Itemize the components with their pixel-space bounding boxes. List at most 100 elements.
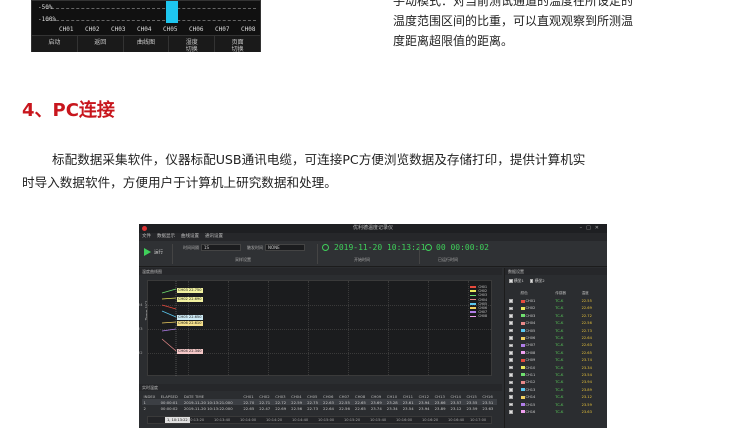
channel-enable-checkbox[interactable] (509, 365, 513, 370)
channel-color-cell[interactable]: CH16 (520, 408, 555, 415)
sensor-type-select[interactable]: TC-K (554, 364, 580, 371)
channel-row[interactable]: CH13 TC-K 23.89 (508, 386, 606, 393)
sensor-type-select[interactable]: TC-K (554, 371, 580, 378)
channel-enable-cell (508, 357, 520, 364)
channel-row[interactable]: CH05 TC-K 22.73 (508, 327, 606, 334)
channel-row[interactable]: CH10 TC-K 23.34 (508, 364, 606, 371)
channel-row[interactable]: CH15 TC-K 23.59 (508, 401, 606, 408)
run-button[interactable]: 运行 (144, 248, 163, 256)
channel-color-cell[interactable]: CH14 (520, 393, 555, 400)
interval-select[interactable]: 1S (201, 244, 241, 251)
trigger-label: 触发时间 (247, 245, 263, 250)
channel-row[interactable]: CH03 TC-K 22.72 (508, 312, 606, 319)
sensor-type-select[interactable]: TC-K (554, 393, 580, 400)
channel-color-cell[interactable]: CH15 (520, 401, 555, 408)
channel-enable-checkbox[interactable] (509, 373, 513, 377)
temperature-plot[interactable]: 24 23 22 CH03 22.750 CH02 22.690 CH05 22… (139, 280, 492, 377)
channel-enable-checkbox[interactable] (509, 343, 513, 348)
toolbar-separator (317, 244, 318, 264)
sensor-type-select[interactable]: TC-K (554, 357, 580, 364)
device-curve-button[interactable]: 曲线图 (123, 36, 170, 52)
channel-color-cell[interactable]: CH07 (520, 342, 555, 349)
channel-color-cell[interactable]: CH12 (520, 379, 555, 386)
channel-enable-checkbox[interactable] (509, 306, 513, 311)
channel-temperature: 22.64 (581, 336, 592, 341)
channel-temperature: 23.89 (581, 387, 592, 392)
legend-item[interactable]: CH08 (470, 314, 487, 318)
channel-color-cell[interactable]: CH05 (520, 327, 555, 334)
legend-swatch (470, 286, 477, 288)
menu-curve-settings[interactable]: 曲线设置 (181, 233, 199, 241)
channel-row[interactable]: CH14 TC-K 23.12 (508, 393, 606, 400)
table-cell: 22.64 (323, 405, 334, 411)
window-controls[interactable]: –□✕ (580, 224, 603, 233)
channel-color-cell[interactable]: CH09 (520, 357, 555, 364)
channel-color-cell[interactable]: CH04 (520, 320, 555, 327)
device-back-button[interactable]: 返回 (77, 36, 124, 52)
table-row[interactable]: 2 00:00:02 2019-11-20 10:13:22.000 22.65 22.… (142, 405, 497, 411)
channel-enable-checkbox[interactable] (509, 410, 513, 414)
channel-color-cell[interactable]: CH02 (520, 305, 555, 312)
sensor-type-select[interactable]: TC-K (554, 386, 580, 393)
channel-enable-checkbox[interactable] (509, 387, 513, 392)
channel-row[interactable]: CH08 TC-K 22.65 (508, 349, 606, 356)
channel-color-cell[interactable]: CH10 (520, 364, 555, 371)
column-header: 传感器 (555, 291, 566, 296)
channel-row[interactable]: CH06 TC-K 22.64 (508, 334, 606, 341)
device-y-label: -100% (38, 16, 57, 23)
sensor-type-select[interactable]: TC-K (554, 327, 580, 334)
menu-file[interactable]: 文件 (142, 233, 151, 241)
channel-temperature: 22.55 (581, 299, 592, 304)
channel-enable-cell (508, 327, 520, 334)
sensor-type-select[interactable]: TC-K (554, 334, 580, 341)
mode-description-line: 度距离超限值的距离。 (393, 34, 514, 48)
menu-data-display[interactable]: 数据显示 (157, 233, 175, 241)
channel-row[interactable]: CH02 TC-K 22.69 (508, 305, 606, 312)
sensor-type-select[interactable]: TC-K (554, 305, 580, 312)
menu-comm-settings[interactable]: 通讯设置 (205, 233, 223, 241)
device-channel-label: CH06 (189, 26, 204, 33)
device-page-button[interactable]: 页面 切换 (215, 36, 260, 53)
channel-color-cell[interactable]: CH11 (520, 371, 555, 378)
channel-enable-checkbox[interactable] (509, 328, 513, 333)
channel-enable-cell (508, 401, 520, 408)
channel-row[interactable]: CH16 TC-K 23.63 (508, 408, 606, 415)
channel-enable-checkbox[interactable] (509, 336, 513, 340)
device-start-button[interactable]: 启动 (32, 36, 78, 52)
channel-enable-checkbox[interactable] (509, 358, 513, 362)
channel-color-cell[interactable]: CH03 (520, 312, 555, 319)
channel-color-cell[interactable]: CH01 (520, 297, 555, 304)
channel-color-cell[interactable]: CH06 (520, 334, 555, 341)
channel-color-swatch (520, 395, 525, 399)
paragraph-line: 时导入数据软件，方便用户于计算机上研究数据和处理。 (22, 175, 337, 190)
realtime-panel-header: 实时温度 (139, 384, 502, 391)
device-humidity-button[interactable]: 湿度 切换 (169, 36, 216, 53)
axis2-checkbox[interactable] (529, 279, 534, 283)
channel-enable-checkbox[interactable] (509, 299, 513, 303)
sensor-type-select[interactable]: TC-K (554, 349, 580, 356)
sensor-type-select[interactable]: TC-K (554, 297, 580, 304)
channel-color-cell[interactable]: CH13 (520, 386, 555, 393)
channel-enable-checkbox[interactable] (509, 351, 513, 355)
sensor-type-select[interactable]: TC-K (554, 379, 580, 386)
sensor-type-select[interactable]: TC-K (554, 408, 580, 415)
channel-enable-checkbox[interactable] (509, 314, 513, 318)
channel-enable-checkbox[interactable] (509, 380, 513, 385)
channel-enable-checkbox[interactable] (509, 402, 513, 407)
sensor-type-select[interactable]: TC-K (554, 320, 580, 327)
sensor-type-select[interactable]: TC-K (554, 401, 580, 408)
channel-row[interactable]: CH04 TC-K 22.56 (508, 320, 606, 327)
axis1-checkbox[interactable] (509, 279, 513, 283)
realtime-panel: 实时温度 INDEX ELAPSED DATE TIME CH01 CH02 CH03 CH… (139, 384, 502, 428)
channel-row[interactable]: CH01 TC-K 22.55 (508, 297, 606, 304)
channel-enable-checkbox[interactable] (509, 321, 513, 326)
channel-row[interactable]: CH12 TC-K 23.94 (508, 379, 606, 386)
sensor-type-select[interactable]: TC-K (554, 312, 580, 319)
channel-row[interactable]: CH09 TC-K 23.74 (508, 357, 606, 364)
trigger-select[interactable]: NONE (265, 244, 305, 251)
sensor-type-select[interactable]: TC-K (554, 342, 580, 349)
channel-enable-checkbox[interactable] (509, 395, 513, 399)
channel-color-cell[interactable]: CH08 (520, 349, 555, 356)
channel-row[interactable]: CH11 TC-K 23.54 (508, 371, 606, 378)
channel-row[interactable]: CH07 TC-K 22.63 (508, 342, 606, 349)
